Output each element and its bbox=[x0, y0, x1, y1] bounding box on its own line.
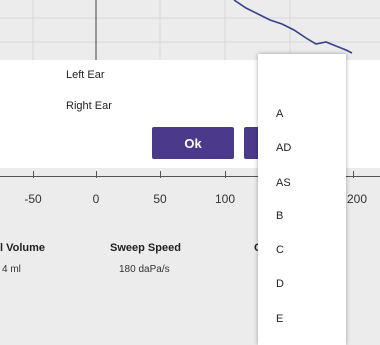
tympanogram-type-dropdown[interactable]: A AD AS B C D E bbox=[258, 54, 346, 345]
dropdown-item-c[interactable]: C bbox=[276, 244, 284, 256]
x-tick-label: 200 bbox=[346, 192, 368, 206]
x-axis-tick bbox=[353, 171, 354, 178]
x-axis-tick bbox=[225, 171, 226, 178]
volume-value: 4 ml bbox=[2, 264, 21, 275]
x-tick-label: 50 bbox=[153, 192, 167, 206]
dropdown-item-d[interactable]: D bbox=[276, 278, 284, 290]
left-ear-option[interactable]: Left Ear bbox=[66, 69, 105, 81]
x-tick-label: -50 bbox=[24, 192, 42, 206]
x-axis-tick bbox=[160, 171, 161, 178]
x-axis-tick bbox=[96, 171, 97, 178]
sweep-speed-label: Sweep Speed bbox=[110, 242, 181, 254]
dropdown-item-e[interactable]: E bbox=[276, 313, 283, 325]
x-axis-tick bbox=[33, 171, 34, 178]
sweep-speed-value: 180 daPa/s bbox=[119, 264, 170, 275]
right-ear-option[interactable]: Right Ear bbox=[66, 100, 112, 112]
volume-label: l Volume bbox=[0, 242, 46, 254]
dropdown-item-ad[interactable]: AD bbox=[276, 142, 291, 154]
tympanogram-plot bbox=[0, 0, 380, 60]
x-tick-label: 100 bbox=[214, 192, 236, 206]
tympanogram-chart bbox=[0, 0, 380, 60]
x-tick-label: 0 bbox=[92, 192, 100, 206]
ok-button[interactable]: Ok bbox=[152, 127, 234, 159]
tympanogram-curve bbox=[233, 0, 353, 54]
dropdown-item-b[interactable]: B bbox=[276, 210, 283, 222]
dropdown-item-a[interactable]: A bbox=[276, 108, 283, 120]
dropdown-item-as[interactable]: AS bbox=[276, 177, 291, 189]
